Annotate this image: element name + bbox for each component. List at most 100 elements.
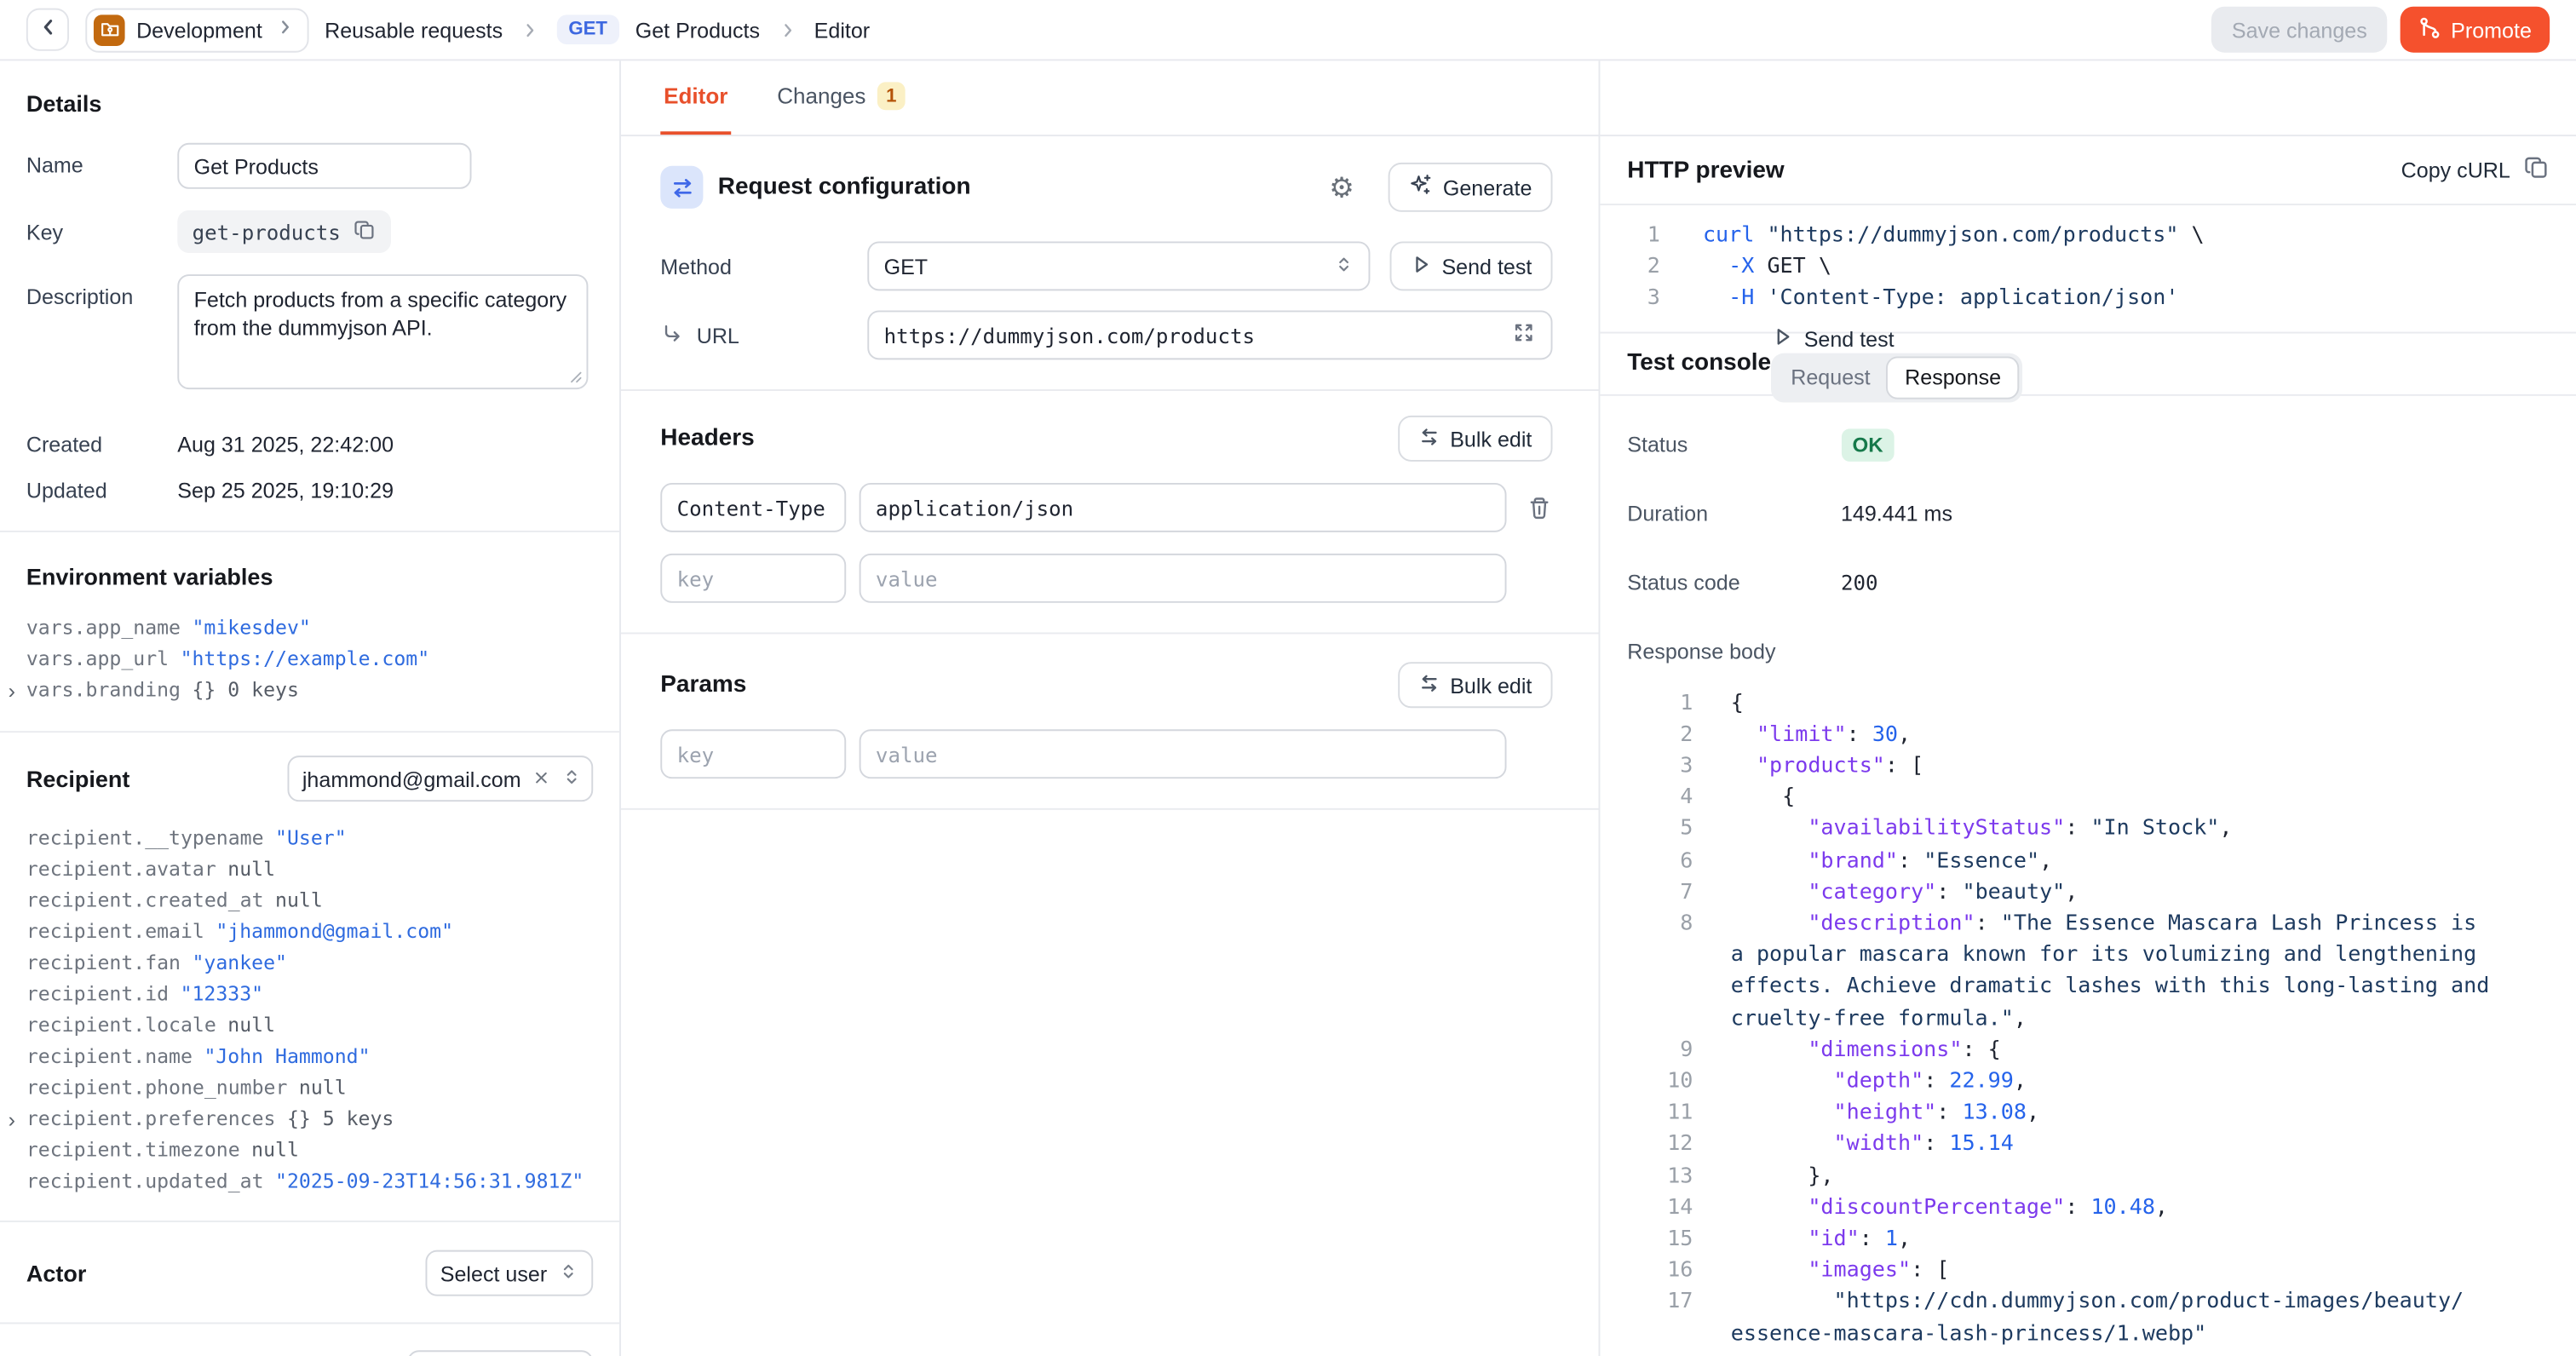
params-title: Params (660, 672, 746, 698)
method-select[interactable]: GET (867, 241, 1369, 290)
expandable-property-row[interactable]: vars.branding{} 0 keys (0, 675, 619, 707)
chevron-right-icon (776, 19, 797, 40)
copy-curl-button[interactable]: Copy cURL (2401, 158, 2510, 182)
trash-icon[interactable] (1526, 494, 1552, 520)
chevron-up-down-icon (559, 1259, 578, 1287)
params-bulk-edit-button[interactable]: Bulk edit (1397, 662, 1551, 708)
chevron-up-down-icon (1333, 252, 1353, 280)
console-send-test-button[interactable]: Send test (1771, 325, 1895, 353)
status-row: Status OK (1627, 427, 2550, 463)
expand-icon[interactable] (1510, 320, 1535, 350)
header-value-input-empty[interactable] (860, 554, 1506, 603)
header-key-input[interactable] (660, 483, 846, 532)
copy-icon[interactable] (2523, 154, 2550, 186)
environment-label: Development (136, 17, 262, 42)
send-test-button[interactable]: Send test (1389, 241, 1552, 290)
property-row: vars.app_name"mikesdev" (0, 612, 619, 644)
property-row: recipient.avatarnull (0, 854, 619, 886)
property-row: recipient.id"12333" (0, 979, 619, 1010)
status-code-value: 200 (1841, 570, 1878, 595)
param-value-input[interactable] (860, 729, 1506, 779)
curl-preview-code: 1curl "https://dummyjson.com/products" \… (1599, 205, 2576, 331)
code-line: 4 { (1627, 782, 2550, 813)
updated-row: Updated Sep 25 2025, 19:10:29 (26, 468, 593, 503)
duration-label: Duration (1627, 501, 1841, 526)
back-button[interactable] (26, 9, 69, 51)
http-preview-header: HTTP preview Copy cURL (1599, 136, 2576, 205)
code-line: 17 "https://cdn.dummyjson.com/product-im… (1627, 1287, 2550, 1319)
generate-button[interactable]: Generate (1389, 163, 1551, 212)
breadcrumb-page: Editor (814, 17, 871, 42)
request-config-header: Request configuration ⚙ Generate (660, 163, 1551, 212)
url-input[interactable] (884, 323, 1511, 348)
recipient-select[interactable]: jhammond@gmail.com (287, 756, 593, 802)
header-value-input[interactable] (860, 483, 1506, 532)
param-empty-row (660, 729, 1551, 779)
bulk-edit-icon (1417, 671, 1440, 699)
status-code-row: Status code 200 (1627, 565, 2550, 600)
actor-title: Actor (26, 1260, 87, 1286)
save-changes-button[interactable]: Save changes (2212, 7, 2387, 53)
promote-button[interactable]: Promote (2400, 7, 2550, 53)
actor-select[interactable]: Select user (425, 1250, 593, 1296)
actor-row: Actor Select user (26, 1250, 593, 1296)
resize-handle-icon[interactable] (565, 365, 583, 389)
params-section-header: Params Bulk edit (660, 662, 1551, 708)
actor-placeholder: Select user (440, 1261, 547, 1285)
property-row: recipient.__typename"User" (0, 823, 619, 854)
property-row: recipient.updated_at"2025-09-23T14:56:31… (0, 1166, 619, 1198)
details-sidebar: Details Name Key get-products Descriptio… (0, 60, 621, 1356)
duration-row: Duration 149.441 ms (1627, 496, 2550, 531)
changes-count-badge: 1 (877, 82, 906, 110)
code-line: 1curl "https://dummyjson.com/products" \ (1627, 220, 2550, 251)
request-config-title: Request configuration (718, 174, 971, 200)
created-value: Aug 31 2025, 22:42:00 (177, 422, 394, 457)
editor-tabs: Editor Changes 1 (621, 60, 1598, 136)
header-key-input-empty[interactable] (660, 554, 846, 603)
code-line: 12 "width": 15.14 (1627, 1129, 2550, 1161)
breadcrumb-section[interactable]: Reusable requests (325, 17, 503, 42)
expandable-property-row[interactable]: recipient.preferences{} 5 keys (0, 1104, 619, 1135)
code-line: 3 "products": [ (1627, 750, 2550, 782)
key-label: Key (26, 210, 177, 253)
tab-editor[interactable]: Editor (660, 60, 731, 135)
key-value: get-products (193, 219, 341, 244)
copy-icon[interactable] (354, 218, 377, 246)
method-row: Method GET Send test (660, 241, 1551, 290)
name-input[interactable] (177, 143, 471, 189)
headers-bulk-edit-button[interactable]: Bulk edit (1397, 416, 1551, 462)
code-line: a popular mascara known for its volumizi… (1627, 940, 2550, 972)
bulk-edit-icon (1417, 425, 1440, 453)
sparkles-icon (1408, 172, 1433, 202)
play-icon (1409, 252, 1432, 280)
request-response-toggle: Request Response (1771, 353, 2022, 402)
code-line: 10 "depth": 22.99, (1627, 1066, 2550, 1098)
chevron-right-icon (273, 16, 295, 43)
target-select[interactable]: Select tenant (407, 1350, 593, 1356)
param-key-input[interactable] (660, 729, 846, 779)
updated-label: Updated (26, 468, 177, 503)
gear-icon[interactable]: ⚙ (1329, 173, 1354, 201)
clear-icon[interactable] (532, 767, 550, 791)
breadcrumb-request-name[interactable]: Get Products (635, 17, 760, 42)
code-line: essence-mascara-lash-princess/1.webp" (1627, 1319, 2550, 1350)
header-row (660, 483, 1551, 532)
code-line: 2 -X GET \ (1627, 251, 2550, 283)
code-line: 3 -H 'Content-Type: application/json' (1627, 283, 2550, 314)
description-textarea[interactable]: Fetch products from a specific category … (177, 274, 588, 389)
tab-changes[interactable]: Changes 1 (773, 60, 908, 135)
description-field-row: Description Fetch products from a specif… (26, 274, 593, 394)
toggle-request[interactable]: Request (1774, 356, 1887, 399)
created-row: Created Aug 31 2025, 22:42:00 (26, 422, 593, 457)
environment-switcher[interactable]: Development (85, 8, 308, 52)
corner-down-right-icon (660, 321, 683, 349)
editor-panel: Editor Changes 1 Request configuration ⚙ (621, 60, 1598, 1356)
toggle-response[interactable]: Response (1887, 356, 2019, 399)
chevron-up-down-icon (562, 765, 582, 793)
property-row: recipient.timezonenull (0, 1135, 619, 1167)
property-row: recipient.email"jhammond@gmail.com" (0, 916, 619, 948)
created-label: Created (26, 422, 177, 457)
recipient-props-list: recipient.__typename"User"recipient.avat… (0, 823, 619, 1198)
test-console-header: Test console Send test Request Response (1599, 331, 2576, 395)
play-icon (1771, 325, 1794, 353)
